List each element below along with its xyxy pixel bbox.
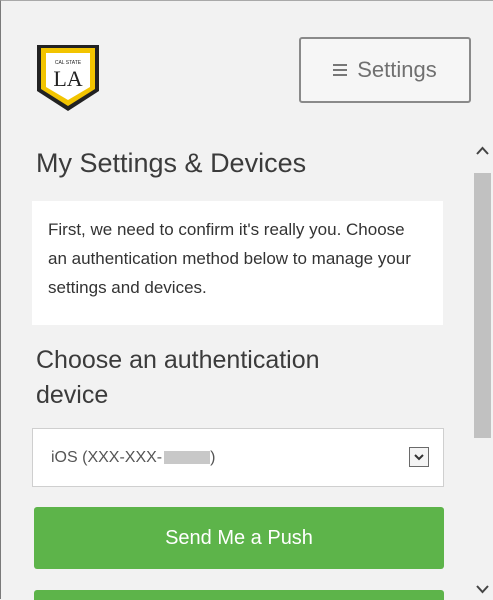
window-frame: CAL STATE LA Settings My Settings & Devi… <box>0 0 493 600</box>
vertical-scrollbar[interactable] <box>471 136 493 600</box>
info-text: First, we need to confirm it's really yo… <box>48 220 411 297</box>
logo-big-text: LA <box>53 66 82 91</box>
chevron-up-icon[interactable] <box>475 144 490 156</box>
chevron-down-icon[interactable] <box>475 582 490 594</box>
scrollbar-thumb[interactable] <box>474 173 491 438</box>
section-label: Choose an authentication device <box>36 346 320 409</box>
device-select[interactable]: iOS (XXX-XXX- ) <box>32 428 444 487</box>
cal-state-la-logo: CAL STATE LA <box>33 39 103 115</box>
chevron-down-icon[interactable] <box>409 447 429 467</box>
info-box: First, we need to confirm it's really yo… <box>32 201 443 325</box>
device-select-value: iOS (XXX-XXX- <box>51 448 163 466</box>
settings-content: My Settings & Devices First, we need to … <box>1 136 471 600</box>
settings-button-label: Settings <box>357 57 437 82</box>
page-title: My Settings & Devices <box>36 148 307 178</box>
send-push-button-label: Send Me a Push <box>165 526 313 549</box>
hamburger-menu-icon <box>333 61 348 79</box>
redacted-phone-digits <box>164 451 211 464</box>
settings-button[interactable]: Settings <box>299 37 471 103</box>
device-select-value-suffix: ) <box>210 448 216 466</box>
send-push-button[interactable]: Send Me a Push <box>34 507 444 569</box>
